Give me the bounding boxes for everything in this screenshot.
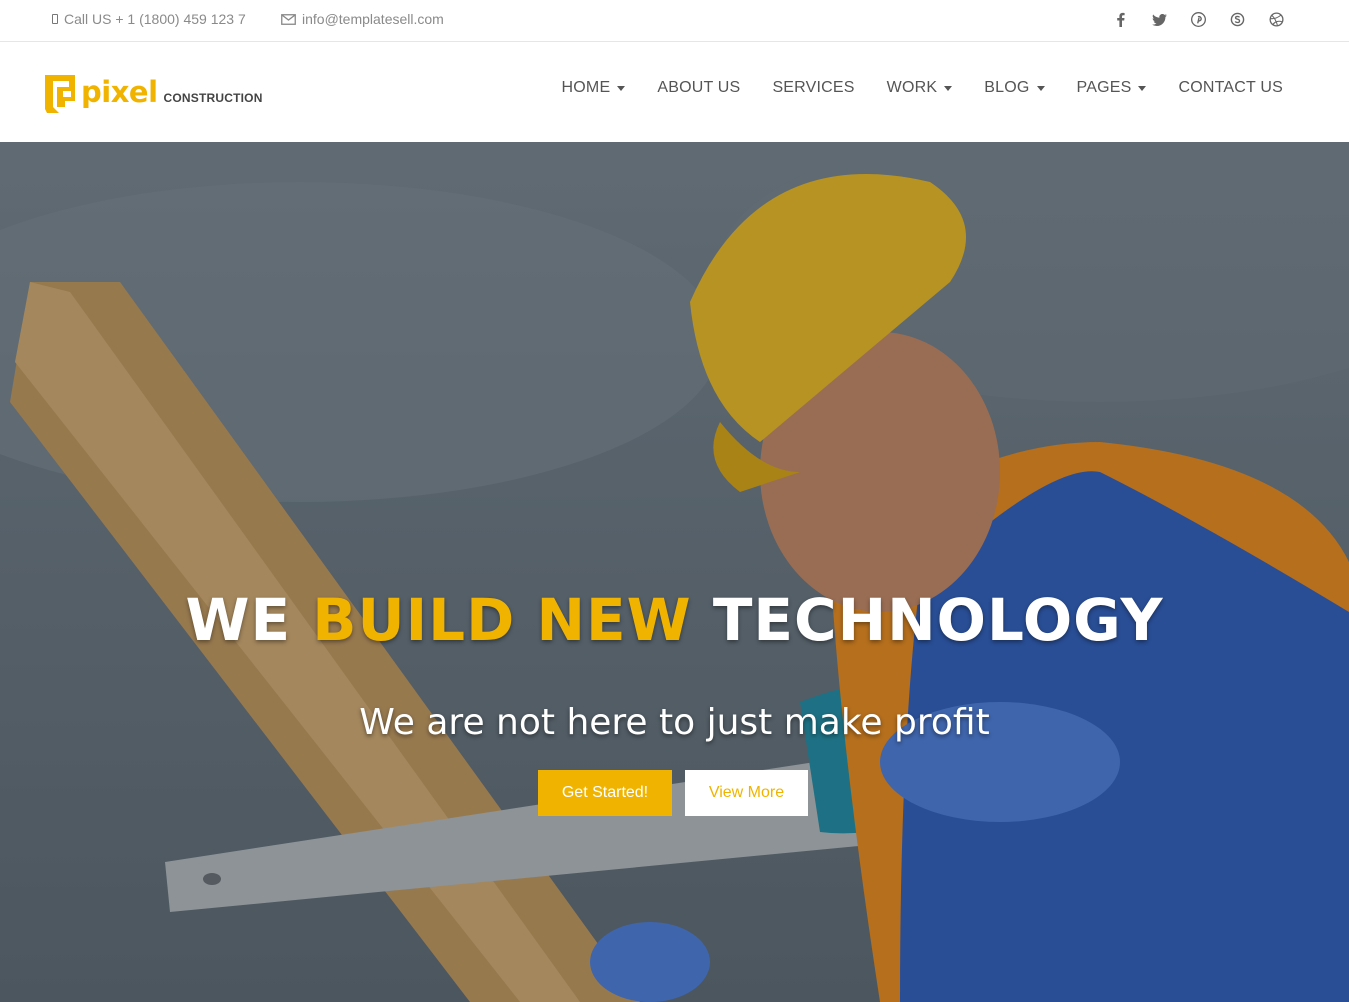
nav-item-pages[interactable]: PAGES	[1061, 79, 1163, 97]
nav-item-services[interactable]: SERVICES	[756, 79, 870, 97]
caret-down-icon	[617, 85, 626, 91]
hero-subtitle: We are not here to just make profit	[359, 702, 990, 743]
nav-label: CONTACT US	[1178, 79, 1283, 96]
brand-tagline: CONSTRUCTION	[163, 91, 263, 105]
phone-text: Call US + 1 (1800) 459 123 7	[64, 11, 246, 27]
envelope-icon	[281, 13, 296, 25]
brand-name: pixel	[81, 75, 158, 109]
nav-label: HOME	[561, 79, 611, 96]
logo-icon	[45, 73, 79, 113]
main-navigation: HOME ABOUT US SERVICES WORK BLOG PAGES C…	[546, 79, 1283, 97]
nav-label: PAGES	[1076, 79, 1132, 96]
hero-title-highlight: BUILD NEW	[312, 586, 692, 654]
main-header: pixel CONSTRUCTION HOME ABOUT US SERVICE…	[0, 42, 1349, 142]
top-bar: Call US + 1 (1800) 459 123 7 info@templa…	[0, 0, 1349, 42]
hero-title: WE BUILD NEW TECHNOLOGY	[0, 586, 1349, 654]
nav-item-blog[interactable]: BLOG	[968, 79, 1060, 97]
email-text[interactable]: info@templatesell.com	[302, 11, 444, 27]
nav-label: ABOUT US	[657, 79, 741, 96]
nav-item-work[interactable]: WORK	[871, 79, 969, 97]
skype-icon[interactable]	[1228, 10, 1247, 29]
nav-label: WORK	[886, 79, 938, 96]
hero-overlay	[0, 142, 1349, 1002]
email-contact[interactable]: info@templatesell.com	[281, 11, 444, 27]
pinterest-icon[interactable]	[1189, 10, 1208, 29]
hero-title-part1: WE	[185, 586, 313, 654]
dribbble-icon[interactable]	[1267, 10, 1286, 29]
nav-item-home[interactable]: HOME	[546, 79, 642, 97]
nav-item-contact-us[interactable]: CONTACT US	[1162, 79, 1283, 97]
nav-item-about-us[interactable]: ABOUT US	[641, 79, 756, 97]
caret-down-icon	[944, 85, 953, 91]
get-started-button[interactable]: Get Started!	[538, 770, 672, 816]
nav-label: SERVICES	[772, 79, 855, 96]
hero-section: WE BUILD NEW TECHNOLOGY We are not here …	[0, 142, 1349, 1002]
nav-label: BLOG	[984, 79, 1030, 96]
view-more-button[interactable]: View More	[685, 770, 808, 816]
social-links	[1111, 10, 1286, 29]
twitter-icon[interactable]	[1150, 10, 1169, 29]
caret-down-icon	[1138, 85, 1147, 91]
hero-title-part2: TECHNOLOGY	[691, 586, 1164, 654]
phone-icon	[52, 14, 58, 24]
logo[interactable]: pixel CONSTRUCTION	[45, 69, 263, 113]
phone-contact: Call US + 1 (1800) 459 123 7	[52, 11, 246, 27]
caret-down-icon	[1036, 85, 1045, 91]
facebook-icon[interactable]	[1111, 10, 1130, 29]
